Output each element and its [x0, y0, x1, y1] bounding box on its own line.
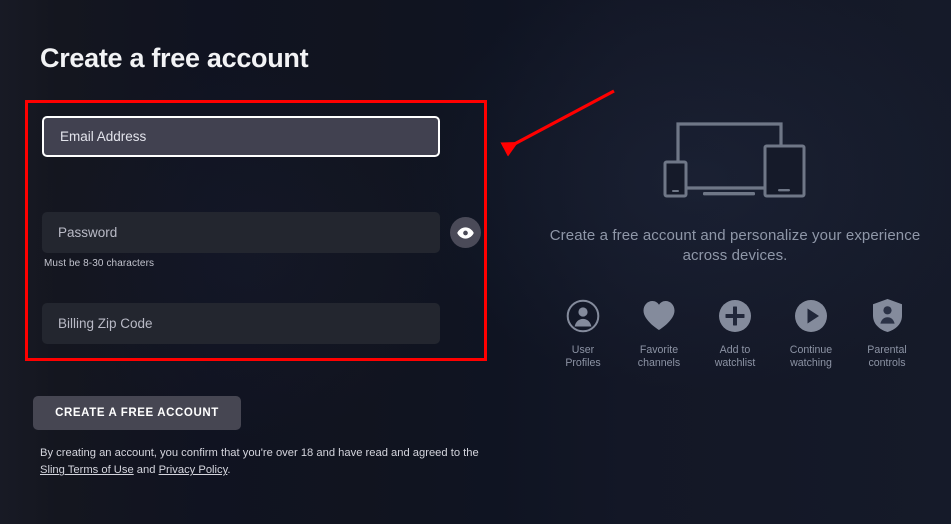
legal-disclaimer: By creating an account, you confirm that…: [40, 445, 540, 480]
promo-headline: Create a free account and personalize yo…: [549, 227, 921, 265]
create-account-button[interactable]: CREATE A FREE ACCOUNT: [33, 396, 241, 430]
password-field-row: [42, 212, 481, 253]
eye-icon: [457, 226, 474, 239]
feature-label: Continue watching: [789, 343, 833, 369]
heart-icon: [640, 297, 678, 335]
email-input[interactable]: [42, 116, 440, 157]
feature-favorite-channels[interactable]: Favorite channels: [632, 297, 687, 370]
signup-form: Must be 8-30 characters: [25, 100, 487, 361]
feature-list: User Profiles Favorite channels Add to w…: [545, 297, 925, 370]
toggle-password-visibility-button[interactable]: [450, 217, 481, 248]
feature-label: Add to watchlist: [714, 343, 756, 369]
legal-conjunction: and: [136, 464, 156, 477]
feature-user-profiles[interactable]: User Profiles: [556, 297, 611, 370]
feature-parental-controls[interactable]: Parental controls: [860, 297, 915, 370]
feature-add-to-watchlist[interactable]: Add to watchlist: [708, 297, 763, 370]
page-title: Create a free account: [40, 43, 309, 73]
feature-label: User Profiles: [565, 343, 601, 369]
plus-circle-icon: [716, 297, 754, 335]
billing-zip-input[interactable]: [42, 303, 440, 344]
email-field-row: [42, 116, 440, 157]
promo-panel: Create a free account and personalize yo…: [545, 118, 925, 370]
terms-of-use-link[interactable]: Sling Terms of Use: [40, 464, 134, 476]
legal-intro-text: By creating an account, you confirm that…: [40, 447, 479, 459]
password-helper-text: Must be 8-30 characters: [44, 258, 155, 269]
devices-illustration: [663, 122, 806, 198]
shield-person-icon: [868, 297, 906, 335]
zip-field-row: [42, 303, 440, 344]
signup-panel: Create a free account: [40, 43, 520, 74]
user-profile-icon: [564, 297, 602, 335]
privacy-policy-link[interactable]: Privacy Policy: [159, 464, 228, 476]
feature-continue-watching[interactable]: Continue watching: [784, 297, 839, 370]
feature-label: Favorite channels: [637, 343, 681, 369]
feature-label: Parental controls: [867, 343, 907, 369]
play-circle-icon: [792, 297, 830, 335]
password-input[interactable]: [42, 212, 440, 253]
legal-period: .: [227, 464, 231, 477]
